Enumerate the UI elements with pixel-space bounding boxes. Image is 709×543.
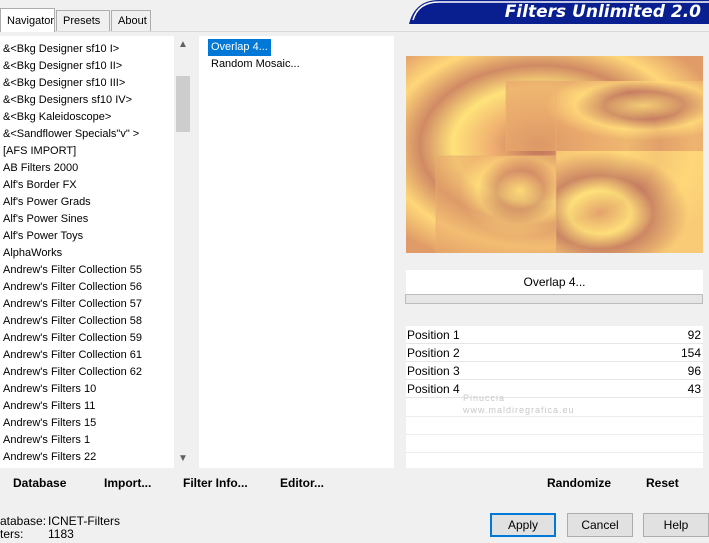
tab-about[interactable]: About	[111, 10, 151, 31]
filters-count-label: ters:	[0, 527, 24, 541]
category-item[interactable]: Alf's Power Toys	[0, 228, 142, 245]
database-button[interactable]: Database	[13, 476, 66, 490]
filter-info-button[interactable]: Filter Info...	[183, 476, 248, 490]
category-item[interactable]: Alf's Power Grads	[0, 194, 142, 211]
editor-button[interactable]: Editor...	[280, 476, 324, 490]
divider	[406, 434, 703, 435]
category-item[interactable]: Andrew's Filter Collection 62	[0, 364, 142, 381]
banner-title: Filters Unlimited 2.0	[504, 2, 701, 22]
category-item[interactable]: Andrew's Filters 22	[0, 449, 142, 466]
divider	[406, 416, 703, 417]
category-item[interactable]: Andrew's Filter Collection 59	[0, 330, 142, 347]
param-name: Position 2	[407, 346, 460, 360]
filter-preview-image	[406, 56, 703, 253]
param-name: Position 1	[407, 328, 460, 342]
scroll-up-icon[interactable]: ▲	[174, 36, 192, 54]
category-item[interactable]: Andrew's Filters 1	[0, 432, 142, 449]
tab-presets-label: Presets	[63, 15, 101, 27]
filter-item-random-mosaic[interactable]: Random Mosaic...	[208, 56, 303, 73]
category-item[interactable]: [AFS IMPORT]	[0, 143, 142, 160]
database-label: atabase:	[0, 514, 47, 528]
divider	[406, 452, 703, 453]
tab-presets[interactable]: Presets	[56, 10, 110, 31]
watermark-name: Pinuccia	[463, 393, 506, 403]
filter-item-overlap[interactable]: Overlap 4...	[207, 38, 272, 57]
param-row-position-2[interactable]: Position 2 154	[406, 344, 703, 362]
filter-list[interactable]: Overlap 4... Random Mosaic...	[199, 36, 394, 468]
apply-button[interactable]: Apply	[490, 513, 556, 537]
param-name: Position 3	[407, 364, 460, 378]
filter-item-label: Random Mosaic...	[211, 58, 300, 70]
help-button[interactable]: Help	[643, 513, 709, 537]
category-list[interactable]: &<Bkg Designer sf10 I> &<Bkg Designer sf1…	[0, 36, 175, 468]
param-value: 154	[680, 346, 701, 360]
import-button[interactable]: Import...	[104, 476, 151, 490]
category-item[interactable]: &<Bkg Designer sf10 III>	[0, 75, 142, 92]
category-item[interactable]: Andrew's Filter Collection 61	[0, 347, 142, 364]
tab-navigator[interactable]: Navigator	[0, 8, 55, 32]
category-item[interactable]: Alf's Border FX	[0, 177, 142, 194]
parameter-spacer	[406, 305, 703, 325]
param-row-position-1[interactable]: Position 1 92	[406, 326, 703, 344]
category-item[interactable]: &<Sandflower Specials"v" >	[0, 126, 142, 143]
category-item[interactable]: &<Bkg Designer sf10 II>	[0, 58, 142, 75]
randomize-button[interactable]: Randomize	[547, 476, 611, 490]
category-item[interactable]: AB Filters 2000	[0, 160, 142, 177]
category-scrollbar[interactable]: ▲ ▼	[174, 36, 192, 468]
filters-count-value: 1183	[48, 527, 74, 541]
category-item[interactable]: AlphaWorks	[0, 245, 142, 262]
category-item[interactable]: &<Bkg Kaleidoscope>	[0, 109, 142, 126]
param-row-position-3[interactable]: Position 3 96	[406, 362, 703, 380]
scrollbar-thumb[interactable]	[176, 76, 190, 132]
category-item[interactable]: Andrew's Filters 11	[0, 398, 142, 415]
current-filter-title: Overlap 4...	[406, 270, 703, 294]
cancel-button[interactable]: Cancel	[567, 513, 633, 537]
filter-item-label: Overlap 4...	[207, 38, 272, 57]
reset-button[interactable]: Reset	[646, 476, 679, 490]
watermark-url: www.maldiregrafica.eu	[463, 405, 575, 415]
param-value: 92	[687, 328, 701, 342]
product-banner: Filters Unlimited 2.0	[409, 0, 709, 24]
tab-navigator-label: Navigator	[7, 15, 55, 27]
category-item[interactable]: &<Bkg Designer sf10 I>	[0, 41, 142, 58]
category-item[interactable]: Alf's Power Sines	[0, 211, 142, 228]
category-item[interactable]: Andrew's Filters 15	[0, 415, 142, 432]
category-item[interactable]: Andrew's Filter Collection 58	[0, 313, 142, 330]
category-item[interactable]: Andrew's Filter Collection 55	[0, 262, 142, 279]
category-item[interactable]: Andrew's Filter Collection 57	[0, 296, 142, 313]
category-item[interactable]: Andrew's Filter Collection 56	[0, 279, 142, 296]
tab-about-label: About	[118, 15, 147, 27]
progress-bar	[405, 294, 703, 304]
category-item[interactable]: &<Bkg Designers sf10 IV>	[0, 92, 142, 109]
watermark: Pinuccia www.maldiregrafica.eu	[427, 392, 575, 416]
category-item[interactable]: Andrew's Filters 10	[0, 381, 142, 398]
scroll-down-icon[interactable]: ▼	[174, 450, 192, 468]
param-value: 43	[687, 382, 701, 396]
database-value: ICNET-Filters	[48, 514, 120, 528]
param-value: 96	[687, 364, 701, 378]
